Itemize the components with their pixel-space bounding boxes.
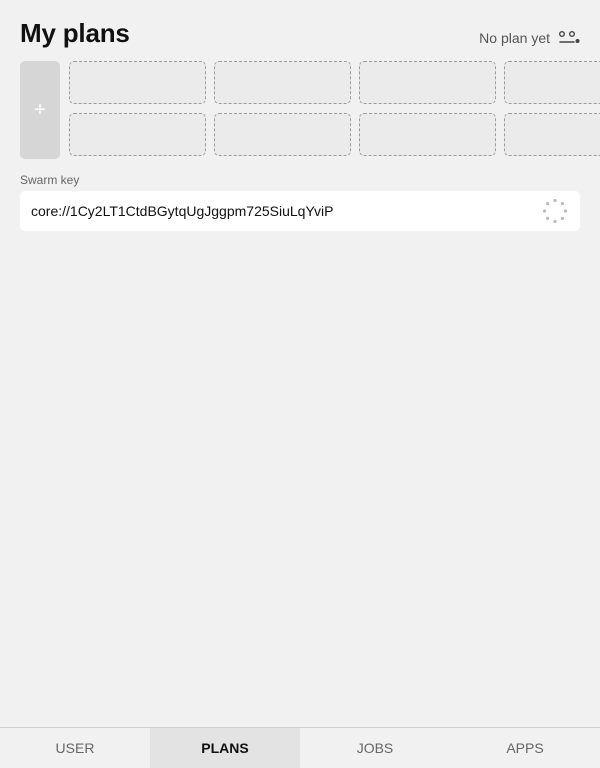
plans-grid: + bbox=[20, 61, 600, 159]
plans-screen: My plans No plan yet + Swarm key core://… bbox=[0, 0, 600, 768]
plan-slot[interactable] bbox=[504, 61, 600, 104]
plan-slot[interactable] bbox=[359, 61, 496, 104]
swarm-key-label: Swarm key bbox=[20, 173, 80, 187]
plus-icon: + bbox=[34, 98, 46, 121]
loading-spinner-icon bbox=[542, 198, 568, 224]
plan-slot[interactable] bbox=[69, 113, 206, 156]
plan-slot[interactable] bbox=[504, 113, 600, 156]
swarm-key-field[interactable]: core://1Cy2LT1CtdBGytqUgJggpm725SiuLqYvi… bbox=[20, 191, 580, 231]
plan-slot[interactable] bbox=[214, 61, 351, 104]
bottom-tab-bar: USER PLANS JOBS APPS bbox=[0, 727, 600, 768]
tab-user[interactable]: USER bbox=[0, 728, 150, 768]
page-title: My plans bbox=[20, 18, 130, 48]
tab-jobs[interactable]: JOBS bbox=[300, 728, 450, 768]
plan-status-text: No plan yet bbox=[479, 30, 550, 46]
tab-plans[interactable]: PLANS bbox=[150, 728, 300, 768]
no-plan-face-icon bbox=[558, 30, 580, 46]
swarm-key-value[interactable]: core://1Cy2LT1CtdBGytqUgJggpm725SiuLqYvi… bbox=[31, 203, 542, 219]
header: My plans No plan yet bbox=[20, 16, 580, 50]
add-plan-button[interactable]: + bbox=[20, 61, 60, 159]
plan-slot[interactable] bbox=[69, 61, 206, 104]
tab-apps[interactable]: APPS bbox=[450, 728, 600, 768]
plan-slot[interactable] bbox=[214, 113, 351, 156]
plan-status: No plan yet bbox=[479, 30, 580, 46]
plan-slot[interactable] bbox=[359, 113, 496, 156]
